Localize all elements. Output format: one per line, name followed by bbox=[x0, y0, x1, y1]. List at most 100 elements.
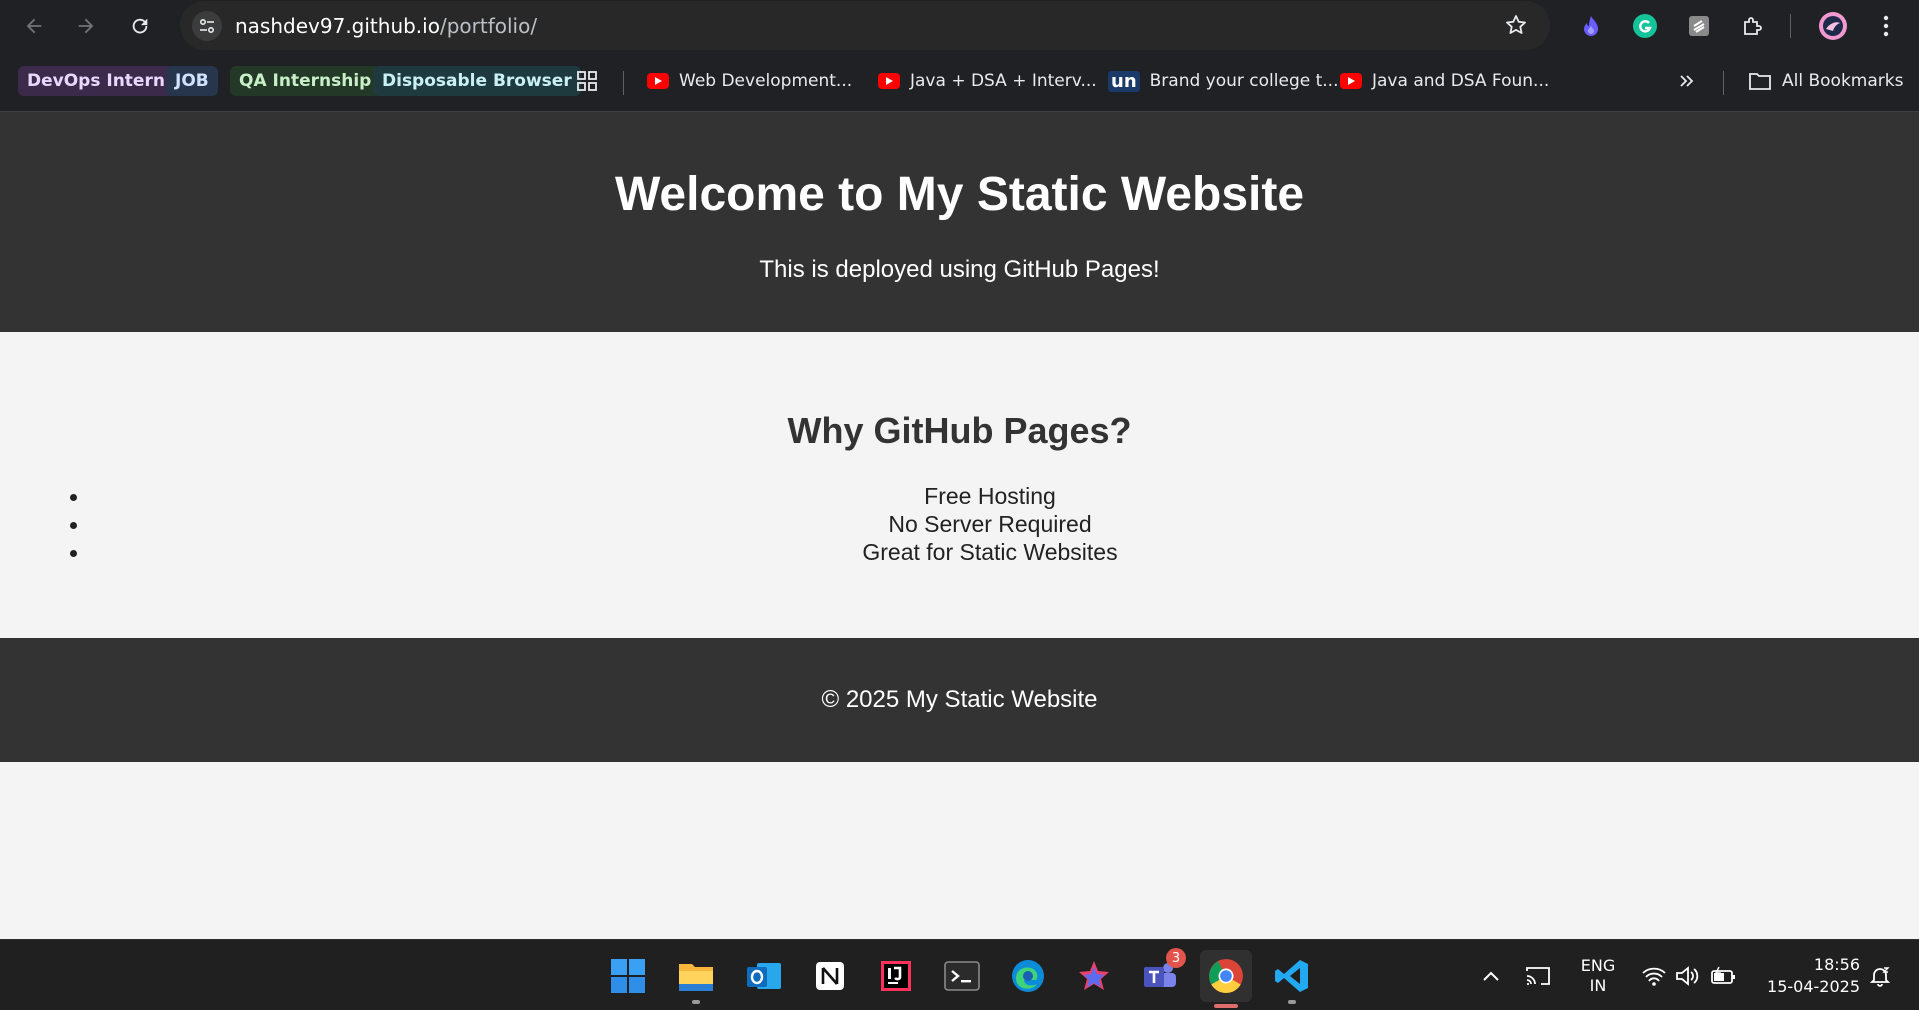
youtube-icon bbox=[878, 73, 900, 89]
bookmark-label: Java and DSA Foun... bbox=[1372, 71, 1550, 91]
bookmark-java-dsa-interview[interactable]: Java + DSA + Interv... bbox=[878, 66, 1097, 96]
bookmarks-divider bbox=[623, 71, 624, 95]
intellij-icon bbox=[881, 961, 911, 991]
vscode-icon bbox=[1275, 960, 1308, 992]
chevron-up-icon bbox=[1483, 971, 1499, 981]
notification-badge: 3 bbox=[1166, 948, 1186, 968]
running-indicator bbox=[1288, 1000, 1296, 1004]
folder-icon bbox=[1749, 73, 1771, 90]
all-bookmarks-button[interactable]: All Bookmarks bbox=[1748, 66, 1903, 96]
more-bookmarks-button[interactable] bbox=[1678, 66, 1696, 96]
youtube-icon bbox=[647, 73, 669, 89]
forward-button[interactable] bbox=[70, 10, 102, 42]
forward-arrow-icon bbox=[78, 18, 94, 34]
url-host: nashdev97.github.io bbox=[235, 14, 440, 38]
battery-button[interactable] bbox=[1710, 962, 1738, 990]
start-button[interactable] bbox=[606, 954, 650, 998]
language-code: ENG bbox=[1580, 956, 1616, 975]
taskbar-intellij[interactable] bbox=[874, 954, 918, 998]
bookmark-java-dsa-foundation[interactable]: Java and DSA Foun... bbox=[1340, 66, 1549, 96]
taskbar-teams[interactable]: 3 bbox=[1138, 948, 1186, 998]
avatar-icon bbox=[1819, 12, 1847, 40]
extensions-button[interactable] bbox=[1737, 10, 1769, 42]
volume-button[interactable] bbox=[1674, 962, 1702, 990]
wifi-button[interactable] bbox=[1640, 962, 1668, 990]
taskbar-chrome[interactable] bbox=[1200, 950, 1252, 1008]
bookmark-web-development[interactable]: Web Development... bbox=[647, 66, 852, 96]
language-region: IN bbox=[1589, 976, 1607, 995]
reload-icon bbox=[132, 18, 148, 34]
back-button[interactable] bbox=[18, 10, 50, 42]
active-indicator bbox=[1214, 1004, 1238, 1008]
address-bar[interactable]: nashdev97.github.io/portfolio/ bbox=[180, 1, 1550, 50]
site-header: Welcome to My Static Website This is dep… bbox=[0, 112, 1919, 332]
volume-icon bbox=[1676, 966, 1699, 986]
chrome-icon bbox=[1209, 959, 1243, 993]
battery-charging-icon bbox=[1711, 966, 1735, 984]
profile-button[interactable] bbox=[1817, 10, 1849, 42]
site-footer: © 2025 My Static Website bbox=[0, 638, 1919, 762]
start-icon bbox=[611, 959, 645, 993]
back-arrow-icon bbox=[26, 18, 42, 34]
outlook-icon bbox=[747, 963, 781, 989]
bookmark-job[interactable]: JOB bbox=[166, 66, 218, 96]
puzzle-icon bbox=[1744, 17, 1762, 35]
youtube-icon bbox=[1340, 73, 1362, 89]
taskbar-edge[interactable] bbox=[1006, 954, 1050, 998]
url-path: /portfolio/ bbox=[439, 14, 538, 38]
taskbar: 3 ENG IN 18:56 15-04-2025 bbox=[0, 939, 1919, 1010]
page-subtitle: This is deployed using GitHub Pages! bbox=[759, 256, 1160, 283]
bookmark-brand-your-college[interactable]: un Brand your college t... bbox=[1108, 66, 1339, 96]
toolbar-divider bbox=[1790, 14, 1791, 38]
taskbar-vscode[interactable] bbox=[1270, 954, 1314, 1004]
taskbar-file-explorer[interactable] bbox=[674, 954, 718, 1004]
input-language-indicator[interactable]: ENG IN bbox=[1576, 956, 1620, 996]
extension-notes-button[interactable] bbox=[1683, 10, 1715, 42]
terminal-icon bbox=[944, 961, 980, 991]
extension-flame-button[interactable] bbox=[1575, 10, 1607, 42]
taskbar-notion[interactable] bbox=[808, 954, 852, 998]
bookmark-qa-internship[interactable]: QA Internship bbox=[230, 66, 381, 96]
browser-menu-button[interactable] bbox=[1870, 10, 1902, 42]
site-info-button[interactable] bbox=[192, 11, 222, 41]
notification-center-button[interactable] bbox=[1866, 962, 1894, 990]
flame-icon bbox=[1584, 16, 1598, 36]
section-title: Why GitHub Pages? bbox=[787, 410, 1132, 451]
bookmark-devops-intern[interactable]: DevOps Intern bbox=[18, 66, 174, 96]
extension-grammarly-button[interactable] bbox=[1629, 10, 1661, 42]
apps-grid-button[interactable] bbox=[576, 66, 598, 96]
list-item: No Server Required bbox=[90, 510, 1890, 538]
all-bookmarks-label: All Bookmarks bbox=[1782, 71, 1904, 91]
double-chevron-right-icon bbox=[1680, 75, 1694, 87]
footer-text: © 2025 My Static Website bbox=[821, 686, 1098, 713]
system-clock[interactable]: 18:56 15-04-2025 bbox=[1755, 954, 1860, 998]
show-hidden-icons-button[interactable] bbox=[1477, 962, 1505, 990]
running-indicator bbox=[692, 1000, 700, 1004]
bookmark-label: Java + DSA + Interv... bbox=[910, 71, 1097, 91]
bookmark-disposable-browser[interactable]: Disposable Browser bbox=[373, 66, 581, 96]
reload-button[interactable] bbox=[124, 10, 156, 42]
main-section: Why GitHub Pages? Free Hosting No Server… bbox=[0, 332, 1919, 638]
grammarly-icon bbox=[1633, 14, 1657, 38]
cast-button[interactable] bbox=[1524, 962, 1552, 990]
taskbar-terminal[interactable] bbox=[940, 954, 984, 998]
notes-extension-icon bbox=[1689, 16, 1709, 36]
bookmarks-bar: DevOps Intern JOB QA Internship Disposab… bbox=[0, 53, 1919, 112]
page-title: Welcome to My Static Website bbox=[614, 168, 1305, 221]
features-list: Free Hosting No Server Required Great fo… bbox=[90, 482, 1890, 566]
tune-icon bbox=[199, 18, 215, 34]
url-text[interactable]: nashdev97.github.io/portfolio/ bbox=[235, 14, 537, 38]
notification-bell-icon bbox=[1869, 967, 1891, 987]
taskbar-outlook[interactable] bbox=[742, 954, 786, 998]
app-icon bbox=[1079, 961, 1109, 990]
browser-toolbar: nashdev97.github.io/portfolio/ bbox=[0, 0, 1919, 53]
bookmark-star-button[interactable] bbox=[1504, 13, 1528, 42]
taskbar-app[interactable] bbox=[1072, 954, 1116, 998]
edge-icon bbox=[1012, 960, 1044, 992]
un-logo-icon: un bbox=[1108, 70, 1140, 92]
list-item: Free Hosting bbox=[90, 482, 1890, 510]
bookmarks-divider bbox=[1723, 71, 1724, 95]
notion-icon bbox=[816, 962, 844, 990]
wifi-icon bbox=[1642, 967, 1666, 986]
bookmark-label: Web Development... bbox=[679, 71, 853, 91]
